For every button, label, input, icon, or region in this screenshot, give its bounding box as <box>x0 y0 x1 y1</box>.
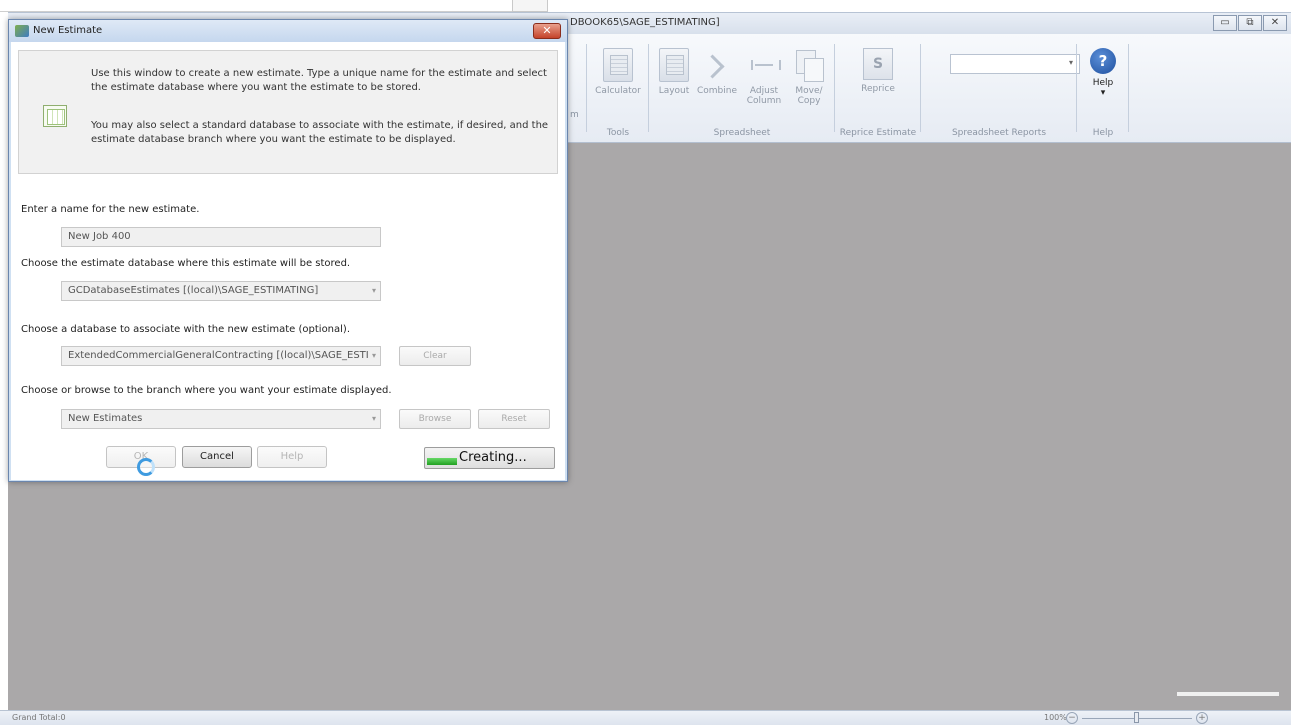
window-controls: ▭ ⧉ ✕ <box>1212 15 1287 31</box>
zoom-in-icon[interactable]: + <box>1196 712 1208 724</box>
layout-button[interactable]: Layout <box>654 48 694 96</box>
progress-text: Creating... <box>459 450 527 465</box>
reprice-icon: S <box>863 48 893 80</box>
tab-stub[interactable] <box>512 0 548 12</box>
dialog-close-button[interactable]: ✕ <box>533 23 561 39</box>
combine-button[interactable]: Combine <box>694 48 740 96</box>
estimate-name-input[interactable]: New Job 400 <box>61 227 381 247</box>
zoom-level: 100% <box>1044 713 1067 722</box>
ribbon-group-reprice: S Reprice Reprice Estimate <box>836 42 920 140</box>
group-label-help: Help <box>1092 128 1114 138</box>
ribbon-separator <box>1076 44 1077 132</box>
chevron-down-icon: ▾ <box>371 286 376 295</box>
ribbon-group-tools: Calculator Tools <box>588 42 648 140</box>
minimize-button[interactable]: ▭ <box>1213 15 1237 31</box>
browse-button[interactable]: Browse <box>399 409 471 429</box>
ribbon-separator <box>1128 44 1129 132</box>
close-button[interactable]: ✕ <box>1263 15 1287 31</box>
chevron-down-icon: ▾ <box>371 414 376 423</box>
help-icon: ? <box>1090 48 1116 74</box>
ribbon-separator <box>586 44 587 132</box>
top-strip <box>0 0 1291 12</box>
layout-label: Layout <box>658 86 690 96</box>
move-copy-label: Move/ Copy <box>795 86 823 106</box>
dialog-title-bar[interactable]: New Estimate ✕ <box>9 20 567 42</box>
reprice-button[interactable]: S Reprice <box>854 48 902 94</box>
move-copy-icon <box>794 48 824 82</box>
combine-icon <box>700 48 734 82</box>
estimate-database-dropdown[interactable]: GCDatabaseEstimates [(local)\SAGE_ESTIMA… <box>61 281 381 301</box>
adjust-column-icon <box>749 48 781 82</box>
combine-label: Combine <box>696 86 737 96</box>
chevron-down-icon: ▾ <box>1100 88 1106 98</box>
assoc-label: Choose a database to associate with the … <box>21 324 351 335</box>
reprice-label: Reprice <box>861 84 895 94</box>
ribbon-separator <box>920 44 921 132</box>
spreadsheet-icon <box>43 105 67 127</box>
calculator-label: Calculator <box>595 86 641 96</box>
workspace-streak <box>1177 692 1279 696</box>
ribbon-separator <box>834 44 835 132</box>
info-text-1: Use this window to create a new estimate… <box>91 68 547 93</box>
restore-button[interactable]: ⧉ <box>1238 15 1262 31</box>
new-estimate-icon <box>15 25 29 37</box>
branch-value: New Estimates <box>68 413 143 424</box>
db-label: Choose the estimate database where this … <box>21 258 351 269</box>
associate-database-dropdown[interactable]: ExtendedCommercialGeneralContracting [(l… <box>61 346 381 366</box>
move-copy-button[interactable]: Move/ Copy <box>788 48 830 106</box>
info-panel: Use this window to create a new estimate… <box>18 50 558 174</box>
adjust-column-button[interactable]: Adjust Column <box>742 48 786 106</box>
name-label: Enter a name for the new estimate. <box>21 204 200 215</box>
zoom-slider-thumb[interactable] <box>1134 712 1139 723</box>
ribbon-group-spreadsheet-reports: Spreadsheet Reports <box>922 42 1076 140</box>
help-label: Help <box>1092 78 1114 88</box>
busy-cursor-icon <box>137 458 155 476</box>
layout-icon <box>659 48 689 82</box>
info-text-2: You may also select a standard database … <box>91 120 549 145</box>
branch-dropdown[interactable]: New Estimates ▾ <box>61 409 381 429</box>
ribbon-separator <box>648 44 649 132</box>
group-label-tools: Tools <box>606 128 630 138</box>
reset-button[interactable]: Reset <box>478 409 550 429</box>
progress-fill <box>427 458 457 465</box>
chevron-down-icon: ▾ <box>371 351 376 360</box>
dialog-body: Use this window to create a new estimate… <box>11 42 565 480</box>
calculator-button[interactable]: Calculator <box>594 48 642 96</box>
zoom-out-icon[interactable]: − <box>1066 712 1078 724</box>
zoom-control: 100% − + <box>1044 712 1284 725</box>
help-dialog-button[interactable]: Help <box>257 446 327 468</box>
associate-database-value: ExtendedCommercialGeneralContracting [(l… <box>68 350 369 361</box>
calculator-icon <box>603 48 633 82</box>
group-label-reprice: Reprice Estimate <box>839 128 917 138</box>
zoom-slider[interactable] <box>1082 712 1192 723</box>
app-title: DBOOK65\SAGE_ESTIMATING] <box>570 17 720 28</box>
dialog-title: New Estimate <box>33 25 103 36</box>
creating-progress: Creating... <box>424 447 555 469</box>
grand-total-status: Grand Total:0 <box>12 713 66 722</box>
clear-button[interactable]: Clear <box>399 346 471 366</box>
status-bar: Grand Total:0 100% − + <box>0 710 1291 725</box>
group-label-spreadsheet-reports: Spreadsheet Reports <box>951 128 1047 138</box>
adjust-column-label: Adjust Column <box>746 86 782 106</box>
ribbon-group-help: ? Help ▾ Help <box>1078 42 1128 140</box>
help-button[interactable]: ? Help ▾ <box>1082 48 1124 98</box>
ribbon-truncated-label: m <box>570 110 579 120</box>
cancel-button[interactable]: Cancel <box>182 446 252 468</box>
branch-label: Choose or browse to the branch where you… <box>21 385 392 396</box>
estimate-database-value: GCDatabaseEstimates [(local)\SAGE_ESTIMA… <box>68 285 319 296</box>
group-label-spreadsheet: Spreadsheet <box>713 128 771 138</box>
new-estimate-dialog: New Estimate ✕ Use this window to create… <box>8 19 568 482</box>
ribbon-group-spreadsheet: Layout Combine Adjust Column Move/ Copy … <box>650 42 834 140</box>
